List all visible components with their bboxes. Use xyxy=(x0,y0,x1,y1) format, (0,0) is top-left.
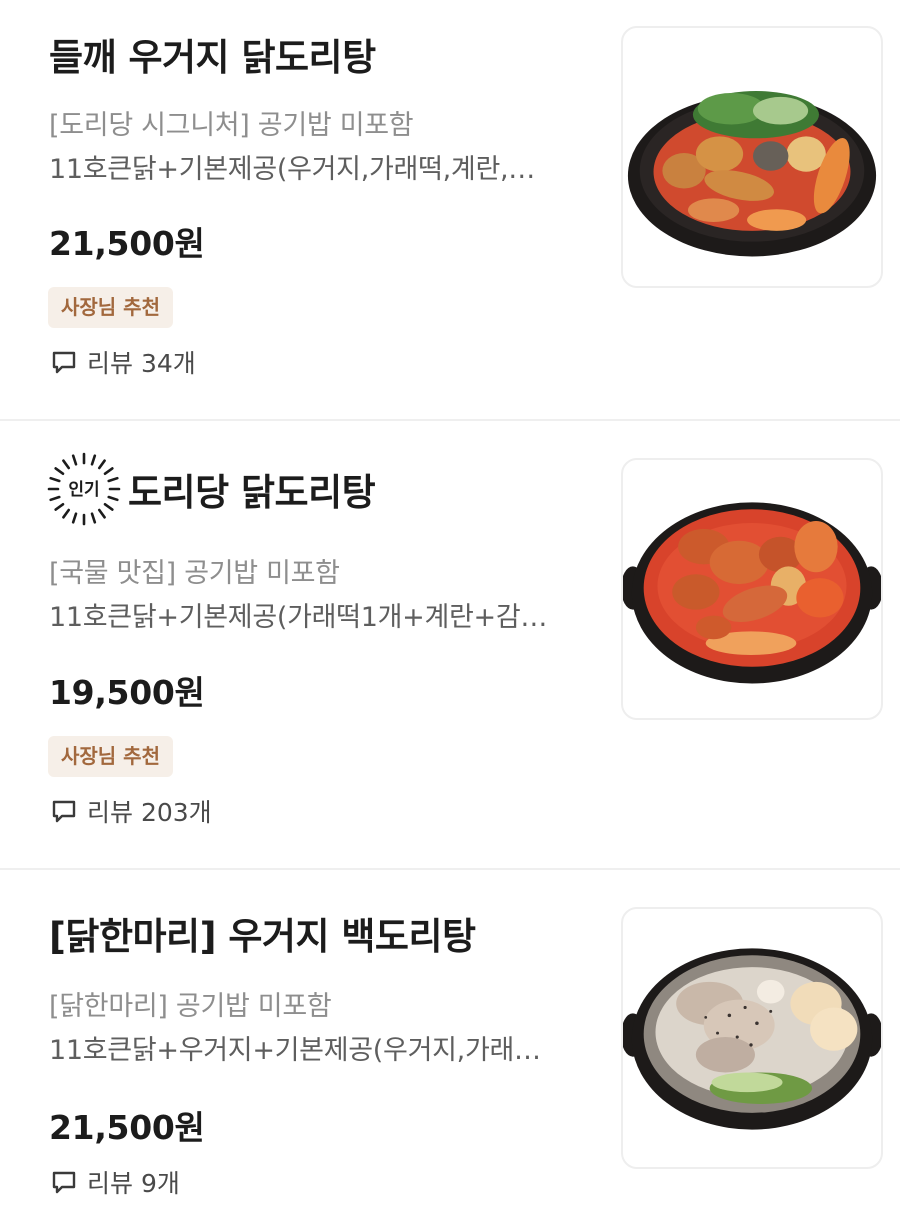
popular-badge-ray xyxy=(62,459,71,470)
menu-item-title: [닭한마리] 우거지 백도리탕 xyxy=(49,915,476,958)
title-row: 들깨 우거지 닭도리탕 xyxy=(49,28,609,80)
review-count[interactable]: 리뷰 203개 xyxy=(50,794,212,828)
review-count[interactable]: 리뷰 34개 xyxy=(50,345,196,379)
menu-item-doridang-dakdoritang[interactable]: 인기 도리당 닭도리탕 [국물 맛집] 공기밥 미포함 11호큰닭+기본제공(가… xyxy=(0,421,900,870)
title-row: 인기 도리당 닭도리탕 xyxy=(47,452,609,526)
description-line: [도리당 시그니처] 공기밥 미포함 xyxy=(49,110,414,141)
food-photo-baek-doritang xyxy=(623,948,881,1130)
food-photo[interactable] xyxy=(621,26,883,288)
popular-badge-ray xyxy=(107,495,119,502)
popular-badge-ray xyxy=(97,508,106,519)
popular-badge-ray xyxy=(54,502,65,511)
food-photo[interactable] xyxy=(621,907,883,1169)
description-line: 11호큰닭+기본제공(가래떡1개+계란+감… xyxy=(49,602,548,633)
owner-recommend-badge: 사장님 추천 xyxy=(48,736,173,777)
review-count-label: 리뷰 9개 xyxy=(87,1169,180,1198)
popular-badge-ray xyxy=(54,467,65,476)
popular-badge-label: 인기 xyxy=(68,480,99,500)
popular-badge-ray xyxy=(49,495,61,502)
menu-item-deulkkae-dakdoritang[interactable]: 들깨 우거지 닭도리탕 [도리당 시그니처] 공기밥 미포함 11호큰닭+기본제… xyxy=(0,0,900,420)
menu-item-description: [국물 맛집] 공기밥 미포함 11호큰닭+기본제공(가래떡1개+계란+감… xyxy=(49,552,589,640)
popular-badge-ray xyxy=(71,512,78,524)
title-row: [닭한마리] 우거지 백도리탕 xyxy=(49,907,609,959)
popular-badge-ray xyxy=(49,476,61,483)
menu-item-price: 21,500원 xyxy=(49,224,205,263)
popular-badge-ray xyxy=(107,476,119,483)
comment-icon xyxy=(52,800,76,823)
menu-item-title: 도리당 닭도리탕 xyxy=(128,471,376,514)
description-line: [국물 맛집] 공기밥 미포함 xyxy=(49,558,340,589)
popular-badge-ray xyxy=(97,459,106,470)
menu-item-description: [도리당 시그니처] 공기밥 미포함 11호큰닭+기본제공(우거지,가래떡,계란… xyxy=(49,104,589,192)
popular-badge-ray xyxy=(103,467,114,476)
description-line: 11호큰닭+기본제공(우거지,가래떡,계란,… xyxy=(49,154,535,185)
menu-item-price: 21,500원 xyxy=(49,1108,205,1147)
review-count-label: 리뷰 203개 xyxy=(87,798,212,827)
comment-icon xyxy=(52,351,76,374)
popular-badge-ray xyxy=(90,512,97,524)
owner-recommend-badge: 사장님 추천 xyxy=(48,287,173,328)
menu-item-title: 들깨 우거지 닭도리탕 xyxy=(49,36,376,79)
popular-badge-icon: 인기 xyxy=(47,452,121,526)
popular-badge-ray xyxy=(90,454,97,466)
popular-badge-ray xyxy=(103,502,114,511)
menu-item-description: [닭한마리] 공기밥 미포함 11호큰닭+우거지+기본제공(우거지,가래… xyxy=(49,985,589,1073)
menu-item-price: 19,500원 xyxy=(49,673,205,712)
food-photo-doridang-dakdoritang xyxy=(623,502,881,684)
review-count-label: 리뷰 34개 xyxy=(87,349,196,378)
menu-list: 들깨 우거지 닭도리탕 [도리당 시그니처] 공기밥 미포함 11호큰닭+기본제… xyxy=(0,0,900,1218)
description-line: 11호큰닭+우거지+기본제공(우거지,가래… xyxy=(49,1035,541,1066)
review-count[interactable]: 리뷰 9개 xyxy=(50,1165,180,1199)
menu-item-baek-doritang[interactable]: [닭한마리] 우거지 백도리탕 [닭한마리] 공기밥 미포함 11호큰닭+우거지… xyxy=(0,871,900,1218)
divider xyxy=(0,868,900,870)
popular-badge-ray xyxy=(71,454,78,466)
food-photo[interactable] xyxy=(621,458,883,720)
comment-icon xyxy=(52,1171,76,1194)
popular-badge-ray xyxy=(62,508,71,519)
food-photo-deulkkae-dakdoritang xyxy=(627,91,877,257)
description-line: [닭한마리] 공기밥 미포함 xyxy=(49,991,332,1022)
